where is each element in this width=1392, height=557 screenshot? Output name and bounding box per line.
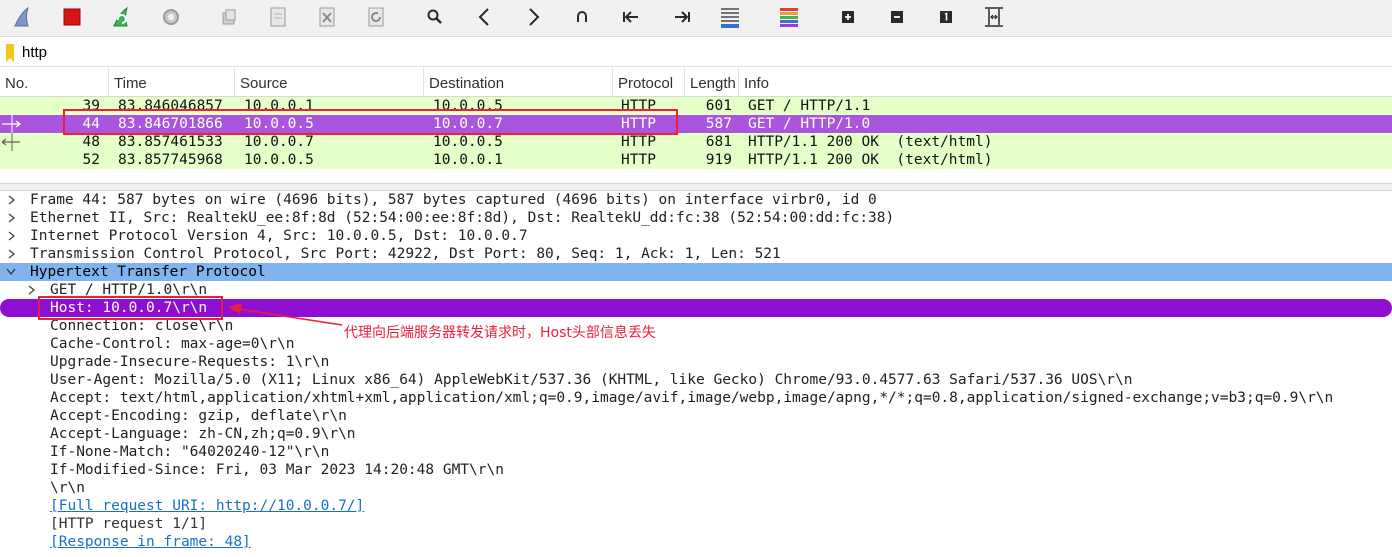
packet-info: HTTP/1.1 200 OK (text/html) xyxy=(748,134,993,150)
packet-row[interactable]: 48 83.857461533 10.0.0.7 10.0.0.5 HTTP 6… xyxy=(0,133,1392,151)
packet-source: 10.0.0.7 xyxy=(244,134,314,150)
filter-bookmark-icon[interactable] xyxy=(6,44,14,62)
packet-protocol: HTTP xyxy=(621,152,656,168)
tree-item-label: Hypertext Transfer Protocol xyxy=(30,264,266,280)
tree-item-response-in[interactable]: [Response in frame: 48] xyxy=(0,533,1392,551)
column-header-source[interactable]: Source xyxy=(234,68,423,97)
close-file-icon[interactable] xyxy=(313,4,341,30)
tree-item-ethernet[interactable]: Ethernet II, Src: RealtekU_ee:8f:8d (52:… xyxy=(0,209,1392,227)
tree-item-request-number[interactable]: [HTTP request 1/1] xyxy=(0,515,1392,533)
tree-item-label: User-Agent: Mozilla/5.0 (X11; Linux x86_… xyxy=(50,372,1133,388)
expand-arrow-icon[interactable] xyxy=(6,245,18,263)
auto-scroll-icon[interactable] xyxy=(716,4,744,30)
column-header-protocol[interactable]: Protocol xyxy=(612,68,684,97)
tree-item-label: Internet Protocol Version 4, Src: 10.0.0… xyxy=(30,228,528,244)
packet-length: 681 xyxy=(705,134,732,150)
annotation-highlight-host xyxy=(38,296,223,320)
tree-item-if-modified-since[interactable]: If-Modified-Since: Fri, 03 Mar 2023 14:2… xyxy=(0,461,1392,479)
tree-item-ip[interactable]: Internet Protocol Version 4, Src: 10.0.0… xyxy=(0,227,1392,245)
packet-no: 52 xyxy=(82,152,100,168)
stop-capture-icon[interactable] xyxy=(58,4,86,30)
reload-file-icon[interactable] xyxy=(362,4,390,30)
tree-item-label: Cache-Control: max-age=0\r\n xyxy=(50,336,295,352)
response-in-frame-link[interactable]: [Response in frame: 48] xyxy=(50,533,251,551)
zoom-out-icon[interactable] xyxy=(883,4,911,30)
packet-length: 919 xyxy=(705,152,732,168)
annotation-text: 代理向后端服务器转发请求时，Host头部信息丢失 xyxy=(344,325,656,341)
column-header-time[interactable]: Time xyxy=(108,68,234,97)
main-toolbar xyxy=(0,0,1392,37)
go-forward-icon[interactable] xyxy=(520,4,548,30)
tree-item-label: Frame 44: 587 bytes on wire (4696 bits),… xyxy=(30,192,877,208)
packet-row[interactable]: 52 83.857745968 10.0.0.5 10.0.0.1 HTTP 9… xyxy=(0,151,1392,169)
tree-item-user-agent[interactable]: User-Agent: Mozilla/5.0 (X11; Linux x86_… xyxy=(0,371,1392,389)
open-file-icon[interactable] xyxy=(215,4,243,30)
expand-arrow-icon[interactable] xyxy=(26,281,38,299)
tree-item-label: Accept-Language: zh-CN,zh;q=0.9\r\n xyxy=(50,426,356,442)
expand-arrow-icon[interactable] xyxy=(6,227,18,245)
pane-splitter[interactable] xyxy=(0,183,1392,191)
packet-protocol: HTTP xyxy=(621,134,656,150)
annotation-highlight-packet xyxy=(63,109,678,135)
column-header-length[interactable]: Length xyxy=(684,68,738,97)
column-header-destination[interactable]: Destination xyxy=(423,68,612,97)
packet-time: 83.857745968 xyxy=(118,152,223,168)
column-header-info[interactable]: Info xyxy=(738,68,1392,97)
find-packet-icon[interactable] xyxy=(421,4,449,30)
packet-source: 10.0.0.5 xyxy=(244,152,314,168)
packet-info: HTTP/1.1 200 OK (text/html) xyxy=(748,152,993,168)
packet-no: 48 xyxy=(82,134,100,150)
tree-item-accept[interactable]: Accept: text/html,application/xhtml+xml,… xyxy=(0,389,1392,407)
tree-item-if-none-match[interactable]: If-None-Match: "64020240-12"\r\n xyxy=(0,443,1392,461)
tree-item-label: Ethernet II, Src: RealtekU_ee:8f:8d (52:… xyxy=(30,210,895,226)
full-request-uri-link[interactable]: [Full request URI: http://10.0.0.7/] xyxy=(50,497,364,515)
capture-options-gear-icon[interactable] xyxy=(157,4,185,30)
tree-item-label: If-Modified-Since: Fri, 03 Mar 2023 14:2… xyxy=(50,462,504,478)
tree-item-http[interactable]: Hypertext Transfer Protocol xyxy=(0,263,1392,281)
shark-fin-start-icon[interactable] xyxy=(8,4,36,30)
go-back-icon[interactable] xyxy=(470,4,498,30)
tree-item-accept-encoding[interactable]: Accept-Encoding: gzip, deflate\r\n xyxy=(0,407,1392,425)
tree-item-cache-control[interactable]: Cache-Control: max-age=0\r\n xyxy=(0,335,1392,353)
column-header-no[interactable]: No. xyxy=(0,68,108,97)
resize-columns-icon[interactable] xyxy=(980,4,1008,30)
response-arrow-icon xyxy=(2,133,20,151)
packet-time: 83.857461533 xyxy=(118,134,223,150)
expand-arrow-icon[interactable] xyxy=(6,209,18,227)
collapse-arrow-icon[interactable] xyxy=(5,263,17,281)
tree-item-label: Accept: text/html,application/xhtml+xml,… xyxy=(50,390,1334,406)
display-filter-input[interactable] xyxy=(22,41,1382,63)
tree-item-label: \r\n xyxy=(50,480,85,496)
zoom-in-icon[interactable] xyxy=(834,4,862,30)
packet-length: 587 xyxy=(705,116,732,132)
normal-size-icon[interactable] xyxy=(932,4,960,30)
tree-item-upgrade[interactable]: Upgrade-Insecure-Requests: 1\r\n xyxy=(0,353,1392,371)
packet-destination: 10.0.0.1 xyxy=(433,152,503,168)
tree-item-crlf[interactable]: \r\n xyxy=(0,479,1392,497)
packet-destination: 10.0.0.5 xyxy=(433,134,503,150)
tree-item-label: Upgrade-Insecure-Requests: 1\r\n xyxy=(50,354,330,370)
packet-length: 601 xyxy=(705,98,732,114)
tree-item-label: If-None-Match: "64020240-12"\r\n xyxy=(50,444,330,460)
tree-item-label: Transmission Control Protocol, Src Port:… xyxy=(30,246,781,262)
colorize-icon[interactable] xyxy=(775,4,803,30)
packet-info: GET / HTTP/1.0 xyxy=(748,116,871,132)
packet-details-tree: Frame 44: 587 bytes on wire (4696 bits),… xyxy=(0,191,1392,557)
first-packet-icon[interactable] xyxy=(618,4,646,30)
expand-arrow-icon[interactable] xyxy=(6,191,18,209)
tree-item-full-uri[interactable]: [Full request URI: http://10.0.0.7/] xyxy=(0,497,1392,515)
last-packet-icon[interactable] xyxy=(667,4,695,30)
display-filter-bar xyxy=(0,38,1392,67)
packet-list-header: No. Time Source Destination Protocol Len… xyxy=(0,68,1392,97)
save-file-icon[interactable] xyxy=(264,4,292,30)
restart-capture-icon[interactable] xyxy=(107,4,135,30)
packet-info: GET / HTTP/1.1 xyxy=(748,98,871,114)
request-arrow-icon xyxy=(2,115,21,133)
tree-item-frame[interactable]: Frame 44: 587 bytes on wire (4696 bits),… xyxy=(0,191,1392,209)
tree-item-label: Accept-Encoding: gzip, deflate\r\n xyxy=(50,408,347,424)
tree-item-tcp[interactable]: Transmission Control Protocol, Src Port:… xyxy=(0,245,1392,263)
tree-item-label: [HTTP request 1/1] xyxy=(50,516,208,532)
tree-item-accept-language[interactable]: Accept-Language: zh-CN,zh;q=0.9\r\n xyxy=(0,425,1392,443)
go-to-packet-icon[interactable] xyxy=(568,4,596,30)
